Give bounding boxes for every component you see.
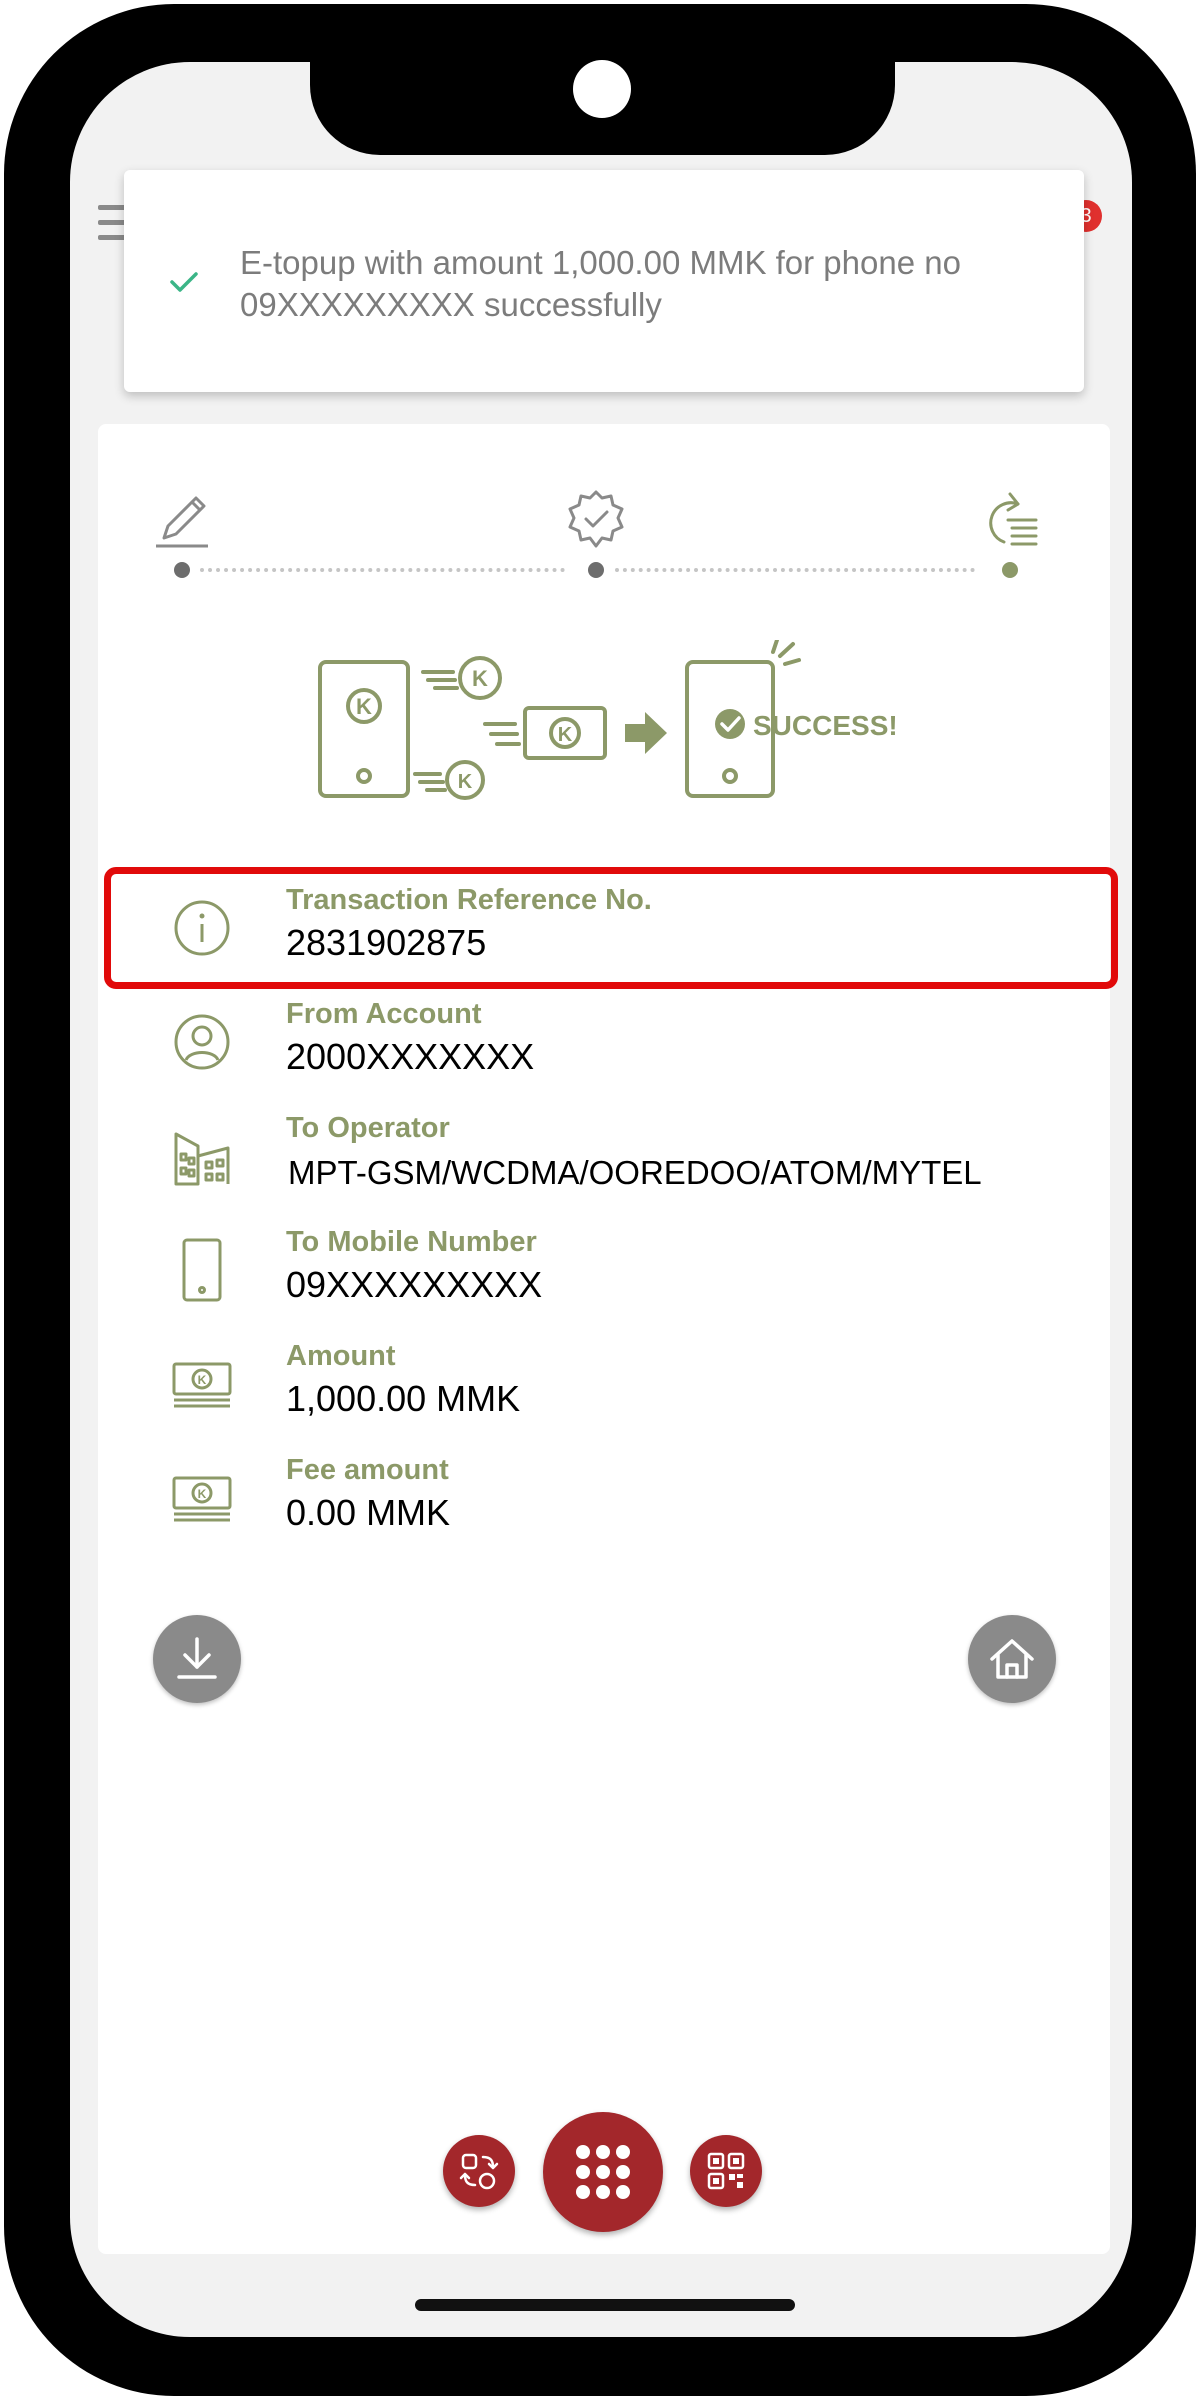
download-icon bbox=[177, 1637, 217, 1679]
home-button[interactable] bbox=[968, 1615, 1056, 1703]
front-camera bbox=[573, 60, 631, 118]
detail-row-fee: K Fee amount 0.00 MMK bbox=[100, 1446, 1110, 1546]
cash-note-label: K bbox=[198, 1373, 207, 1387]
detail-value: 0.00 MMK bbox=[286, 1492, 451, 1533]
transfer-button[interactable] bbox=[443, 2135, 515, 2207]
detail-label: Fee amount bbox=[286, 1454, 449, 1486]
transfer-exchange-icon bbox=[459, 2153, 499, 2190]
step-connector-1 bbox=[200, 568, 565, 572]
cash-note-label: K bbox=[198, 1487, 207, 1501]
cash-label: K bbox=[558, 724, 573, 746]
qr-code-icon bbox=[707, 2152, 745, 2190]
success-illustration: SUCCESS! K K K K bbox=[318, 640, 895, 800]
detail-value: 09XXXXXXXXX bbox=[286, 1264, 543, 1305]
mobile-phone-icon bbox=[182, 1238, 222, 1302]
verified-badge-icon bbox=[568, 490, 624, 548]
step-dot-2 bbox=[588, 562, 604, 578]
home-indicator[interactable] bbox=[415, 2299, 795, 2311]
coin-label-top: K bbox=[472, 666, 488, 691]
check-icon bbox=[170, 272, 198, 292]
step-dot-3 bbox=[1002, 562, 1018, 578]
step-dot-1 bbox=[174, 562, 190, 578]
success-toast[interactable]: E-topup with amount 1,000.00 MMK for pho… bbox=[124, 170, 1084, 392]
coin-label-phone: K bbox=[356, 694, 372, 719]
home-icon bbox=[990, 1639, 1034, 1679]
highlight-box bbox=[104, 867, 1118, 989]
detail-value: MPT-GSM/WCDMA/OOREDOO/ATOM/MYTEL bbox=[288, 1154, 982, 1191]
detail-label: To Mobile Number bbox=[286, 1226, 537, 1258]
success-text: SUCCESS! bbox=[753, 710, 895, 741]
grid-menu-icon bbox=[576, 2145, 630, 2199]
detail-label: From Account bbox=[286, 998, 482, 1030]
detail-row-to-operator: To Operator MPT-GSM/WCDMA/OOREDOO/ATOM/M… bbox=[100, 1104, 1110, 1204]
cash-note-icon: K bbox=[172, 1362, 232, 1408]
toast-message: E-topup with amount 1,000.00 MMK for pho… bbox=[240, 244, 961, 323]
main-menu-button[interactable] bbox=[543, 2112, 663, 2232]
detail-value: 1,000.00 MMK bbox=[286, 1378, 521, 1419]
detail-value: 2000XXXXXXX bbox=[286, 1036, 535, 1077]
detail-row-amount: K Amount 1,000.00 MMK bbox=[100, 1332, 1110, 1432]
pencil-icon bbox=[156, 496, 208, 548]
step-connector-2 bbox=[615, 568, 975, 572]
detail-label: Amount bbox=[286, 1340, 396, 1372]
cash-note-icon: K bbox=[172, 1476, 232, 1522]
download-button[interactable] bbox=[153, 1615, 241, 1703]
detail-label: To Operator bbox=[286, 1112, 450, 1144]
coin-label-bottom: K bbox=[458, 771, 473, 793]
receipt-return-icon bbox=[989, 492, 1038, 546]
qr-button[interactable] bbox=[690, 2135, 762, 2207]
user-circle-icon bbox=[174, 1014, 230, 1070]
detail-row-to-mobile: To Mobile Number 09XXXXXXXXX bbox=[100, 1218, 1110, 1318]
building-icon bbox=[174, 1132, 230, 1186]
detail-row-from-account: From Account 2000XXXXXXX bbox=[100, 990, 1110, 1090]
